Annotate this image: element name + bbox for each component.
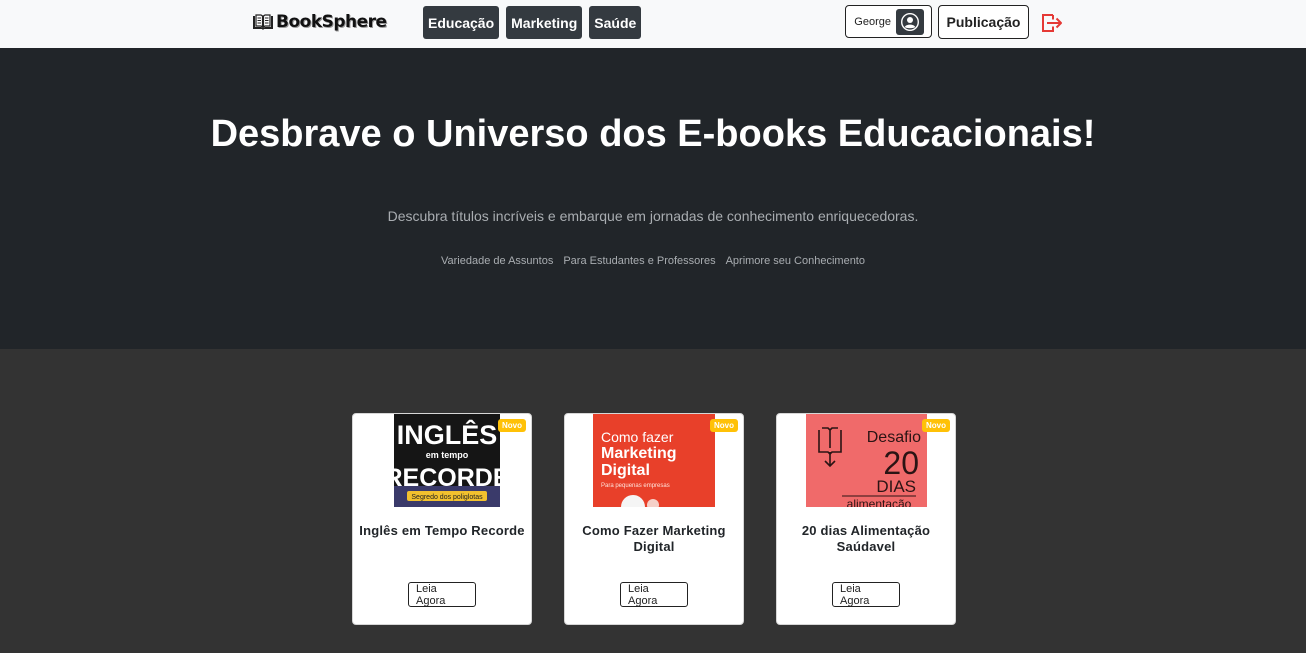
new-badge: Novo (922, 419, 950, 432)
hero-tag: Variedade de Assuntos (441, 255, 554, 267)
book-cover[interactable]: INGLÊS em tempo RECORDE Segredo dos poli… (394, 414, 500, 507)
cover-text: Como fazer (601, 429, 674, 445)
read-now-button[interactable]: Leia Agora (620, 582, 688, 607)
cover-text: Desafio (867, 429, 921, 446)
hero-tag: Aprimore seu Conhecimento (725, 255, 865, 267)
book-title: Como Fazer Marketing Digital (582, 523, 726, 554)
book-title: 20 dias Alimentação Saúdavel (801, 523, 931, 554)
user-name: George (854, 15, 891, 28)
category-nav: Educação Marketing Saúde (423, 6, 642, 39)
nav-category-marketing[interactable]: Marketing (506, 6, 583, 39)
brand-logo[interactable]: BookSphere (252, 11, 387, 33)
hero-title: Desbrave o Universo dos E-books Educacio… (210, 113, 1096, 155)
cover-text: Digital (601, 462, 650, 479)
cover-text: 20 (883, 445, 919, 481)
cover-text: alimentação (847, 497, 912, 507)
navbar: BookSphere Educação Marketing Saúde Geor… (0, 0, 1306, 48)
open-book-icon (253, 14, 273, 30)
read-now-button[interactable]: Leia Agora (408, 582, 476, 607)
book-card: INGLÊS em tempo RECORDE Segredo dos poli… (352, 413, 532, 625)
read-now-button[interactable]: Leia Agora (832, 582, 900, 607)
user-circle-icon (896, 8, 924, 35)
hero-section: Desbrave o Universo dos E-books Educacio… (0, 48, 1306, 349)
cover-text: DIAS (876, 477, 916, 496)
book-card: Desafio 20 DIAS alimentação Novo 20 dias… (776, 413, 956, 625)
new-badge: Novo (710, 419, 738, 432)
nav-category-saude[interactable]: Saúde (589, 6, 642, 39)
hero-tags: Variedade de Assuntos Para Estudantes e … (0, 255, 1306, 267)
cover-text: RECORDE (394, 464, 500, 492)
user-profile-button[interactable]: George (845, 5, 932, 38)
cover-text: INGLÊS (397, 419, 498, 450)
hero-tag: Para Estudantes e Professores (563, 255, 716, 267)
cover-text: Marketing (601, 445, 677, 462)
book-title: Inglês em Tempo Recorde (359, 523, 525, 538)
cover-text: Segredo dos poliglotas (411, 494, 483, 501)
book-cover[interactable]: Como fazer Marketing Digital Para pequen… (593, 414, 715, 507)
publish-button[interactable]: Publicação (938, 5, 1029, 39)
cover-text: Para pequenas empresas (601, 483, 670, 489)
brand-name: BookSphere (276, 12, 387, 32)
cover-text: em tempo (426, 450, 469, 460)
hero-subtitle: Descubra títulos incríveis e embarque em… (387, 208, 919, 224)
logout-icon[interactable] (1041, 13, 1063, 33)
nav-category-educacao[interactable]: Educação (423, 6, 500, 39)
book-card: Como fazer Marketing Digital Para pequen… (564, 413, 744, 625)
book-cover[interactable]: Desafio 20 DIAS alimentação (806, 414, 927, 507)
new-badge: Novo (498, 419, 526, 432)
